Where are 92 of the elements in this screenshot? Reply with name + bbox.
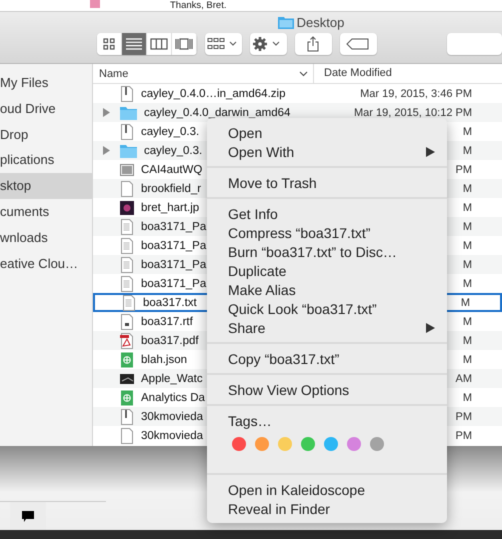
tag-color-dot[interactable]	[301, 437, 315, 451]
share-button[interactable]	[294, 33, 332, 55]
date-cell: M	[462, 240, 472, 252]
date-cell: M	[462, 182, 472, 194]
date-cell: M	[460, 296, 470, 308]
date-cell: PM	[456, 430, 472, 442]
tag-icon	[346, 38, 370, 50]
tag-color-dot[interactable]	[278, 437, 292, 451]
cover-flow-icon	[174, 37, 193, 51]
date-cell: M	[462, 334, 472, 346]
file-name[interactable]: boa317.txt	[143, 296, 197, 308]
column-header[interactable]: Name	[93, 68, 299, 80]
date-cell: M	[462, 258, 472, 270]
menu-item[interactable]: Reveal in Finder	[207, 499, 447, 518]
file-name[interactable]: 30kmovieda	[141, 430, 204, 442]
date-cell: M	[462, 220, 472, 232]
folder-icon	[278, 16, 294, 28]
tag-color-dot[interactable]	[347, 437, 361, 451]
file-name[interactable]: Analytics Da	[141, 392, 205, 404]
date-cell: M	[462, 202, 472, 214]
sidebar-item[interactable]: plications	[0, 147, 92, 174]
sidebar-item[interactable]: cuments	[0, 198, 92, 225]
date-cell: Mar 19, 2015, 3:46 PM	[360, 88, 472, 100]
file-name[interactable]: boa317.pdf	[141, 334, 199, 346]
date-cell: M	[462, 316, 472, 328]
file-name[interactable]: boa317.rtf	[141, 316, 193, 328]
menu-item[interactable]: Make Alias	[207, 280, 447, 299]
sidebar-item[interactable]: wnloads	[0, 224, 92, 251]
arrange-button[interactable]	[204, 33, 242, 55]
tag-color-dot[interactable]	[324, 437, 338, 451]
menu-item[interactable]: Duplicate	[207, 261, 447, 280]
file-name[interactable]: cayley_0.4.0_darwin_amd64	[144, 106, 290, 118]
file-name[interactable]: bret_hart.jp	[141, 202, 200, 214]
menu-item[interactable]: Burn “boa317.txt” to Disc…	[207, 242, 447, 261]
share-icon	[306, 36, 320, 52]
settings-button[interactable]	[250, 33, 287, 55]
disclosure-triangle-icon[interactable]	[103, 146, 110, 155]
sidebar-item[interactable]: My Files	[0, 70, 92, 96]
tag-color-dot[interactable]	[232, 437, 246, 451]
file-name[interactable]: cayley_0.4.0…in_amd64.zip	[141, 88, 286, 100]
menu-item[interactable]: Move to Trash	[207, 173, 447, 192]
menu-item[interactable]: Get Info	[207, 204, 447, 223]
list-icon	[124, 37, 143, 51]
menu-item[interactable]: Open in Kaleidoscope	[207, 480, 447, 499]
file-name[interactable]: Apple_Watc	[141, 372, 203, 384]
date-cell: M	[462, 144, 472, 156]
file-name[interactable]: boa3171_Pa	[141, 220, 206, 232]
menu-item[interactable]: Compress “boa317.txt”	[207, 223, 447, 242]
menu-item[interactable]: Share	[207, 318, 447, 337]
window-edge	[90, 0, 100, 8]
menu-item[interactable]: Show View Options	[207, 380, 447, 399]
window-title: Desktop	[296, 14, 344, 30]
file-name[interactable]: blah.json	[141, 354, 188, 366]
sidebar-item[interactable]: sktop	[0, 173, 92, 199]
sidebar-item[interactable]: oud Drive	[0, 96, 92, 122]
view-mode-button[interactable]	[122, 33, 147, 55]
columns-icon	[150, 37, 168, 51]
date-cell: M	[462, 392, 472, 404]
date-cell: AM	[456, 372, 472, 384]
file-name[interactable]: cayley_0.3.	[141, 126, 200, 138]
view-mode-button[interactable]	[97, 33, 122, 55]
file-name[interactable]: cayley_0.3.	[144, 144, 202, 156]
date-cell: Mar 19, 2015, 10:12 PM	[354, 106, 472, 118]
sidebar-item[interactable]: eative Clou…	[0, 250, 92, 276]
date-cell: M	[462, 354, 472, 366]
menu-item[interactable]: Quick Look “boa317.txt”	[207, 299, 447, 318]
menu-item[interactable]: Copy “boa317.txt”	[207, 349, 447, 368]
view-mode-button[interactable]	[146, 33, 172, 55]
speech-bubble-icon	[22, 510, 34, 522]
file-name[interactable]: brookfield_r	[141, 182, 202, 194]
date-cell: PM	[456, 164, 472, 176]
column-header[interactable]: Date Modified	[313, 64, 392, 83]
message-text: Thanks, Bret.	[170, 0, 226, 11]
disclosure-triangle-icon[interactable]	[103, 108, 110, 117]
tag-color-dot[interactable]	[255, 437, 269, 451]
date-cell: M	[462, 126, 472, 138]
tag-color-dot[interactable]	[370, 437, 384, 451]
file-name[interactable]: CAI4autWQ	[141, 164, 202, 176]
file-name[interactable]: 30kmovieda	[141, 410, 204, 422]
date-cell: PM	[456, 410, 472, 422]
file-name[interactable]: boa3171_Pa	[141, 278, 206, 290]
menu-item[interactable]: Open With	[207, 142, 447, 161]
search-field[interactable]	[446, 33, 502, 55]
file-name[interactable]: boa3171_Pa	[141, 258, 206, 270]
chevron-icon	[299, 70, 308, 76]
view-mode-button[interactable]	[172, 33, 197, 55]
file-name[interactable]: boa3171_Pa	[141, 240, 206, 252]
menu-item[interactable]: Open	[207, 123, 447, 142]
date-cell: M	[462, 278, 472, 290]
tag-button[interactable]	[340, 33, 377, 55]
menu-item[interactable]: Tags…	[207, 411, 447, 430]
sidebar-item[interactable]: Drop	[0, 122, 92, 148]
